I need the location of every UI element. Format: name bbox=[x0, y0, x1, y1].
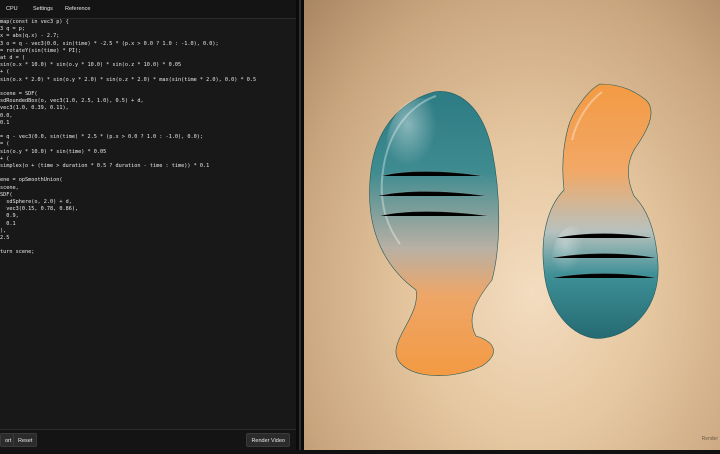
code-line[interactable]: sdRoundedBox(o, vec3(1.0, 2.5, 1.0), 0.5… bbox=[0, 98, 144, 105]
code-line[interactable]: 0.1 bbox=[0, 221, 15, 228]
code-line[interactable]: 0.0, bbox=[0, 113, 13, 120]
editor-toolbar: ort Reset Render Video bbox=[0, 429, 296, 450]
reset-button[interactable]: Reset bbox=[13, 433, 38, 447]
code-line[interactable]: = q - vec3(0.0, sin(time) * 2.5 * (p.x >… bbox=[0, 134, 203, 141]
code-line[interactable]: = rotateY(sin(time) * PI); bbox=[0, 48, 81, 55]
code-line[interactable]: 2.5 bbox=[0, 235, 9, 242]
tab-cpu[interactable]: CPU bbox=[6, 0, 18, 18]
code-line[interactable]: SDF( bbox=[0, 192, 13, 199]
code-line[interactable]: 0.1 bbox=[0, 120, 9, 127]
code-line[interactable]: map(const in vec3 p) { bbox=[0, 19, 69, 26]
code-line[interactable]: ), bbox=[0, 228, 6, 235]
code-line[interactable]: turn scene; bbox=[0, 249, 34, 256]
code-line[interactable]: + ( bbox=[0, 69, 9, 76]
tab-settings[interactable]: Settings bbox=[33, 0, 53, 18]
render-watermark: Render bbox=[701, 436, 718, 442]
code-line[interactable]: at d = ( bbox=[0, 55, 25, 62]
code-line[interactable]: 3 q = p; bbox=[0, 26, 25, 33]
code-line[interactable]: scene, bbox=[0, 185, 19, 192]
code-line[interactable]: + ( bbox=[0, 156, 9, 163]
code-line[interactable]: vec3(1.0, 0.39, 0.11), bbox=[0, 105, 69, 112]
code-line[interactable]: ene = opSmoothUnion( bbox=[0, 177, 62, 184]
right-shape bbox=[542, 83, 659, 339]
panel-resize-handle[interactable] bbox=[296, 0, 304, 450]
render-viewport[interactable]: Render bbox=[304, 0, 720, 450]
editor-tabs: CPU Settings Reference bbox=[0, 0, 296, 19]
code-line[interactable]: sin(o.y * 10.0) * sin(time) * 0.05 bbox=[0, 149, 106, 156]
render-video-button[interactable]: Render Video bbox=[246, 433, 290, 447]
code-line[interactable]: scene = SDF( bbox=[0, 91, 37, 98]
code-line[interactable]: vec3(0.15, 0.78, 0.86), bbox=[0, 206, 78, 213]
code-line[interactable]: sin(o.x * 2.0) * sin(o.y * 2.0) * sin(o.… bbox=[0, 77, 256, 84]
tab-reference[interactable]: Reference bbox=[65, 0, 90, 18]
render-canvas bbox=[369, 83, 659, 377]
code-line[interactable]: 3 o = q - vec3(0.0, sin(time) * -2.5 * (… bbox=[0, 41, 219, 48]
code-line[interactable]: = ( bbox=[0, 141, 9, 148]
code-line[interactable]: sin(o.x * 10.0) * sin(o.y * 10.0) * sin(… bbox=[0, 62, 181, 69]
code-line[interactable]: sdSphere(o, 2.0) + d, bbox=[0, 199, 72, 206]
editor-panel: CPU Settings Reference map(const in vec3… bbox=[0, 0, 296, 450]
code-editor[interactable]: map(const in vec3 p) {3 q = p; x = abs(q.… bbox=[0, 19, 296, 429]
code-line[interactable]: simplex(o + (time > duration * 0.5 ? dur… bbox=[0, 163, 209, 170]
code-line[interactable]: x = abs(q.x) - 2.7; bbox=[0, 33, 59, 40]
code-line[interactable]: 0.9, bbox=[0, 213, 19, 220]
